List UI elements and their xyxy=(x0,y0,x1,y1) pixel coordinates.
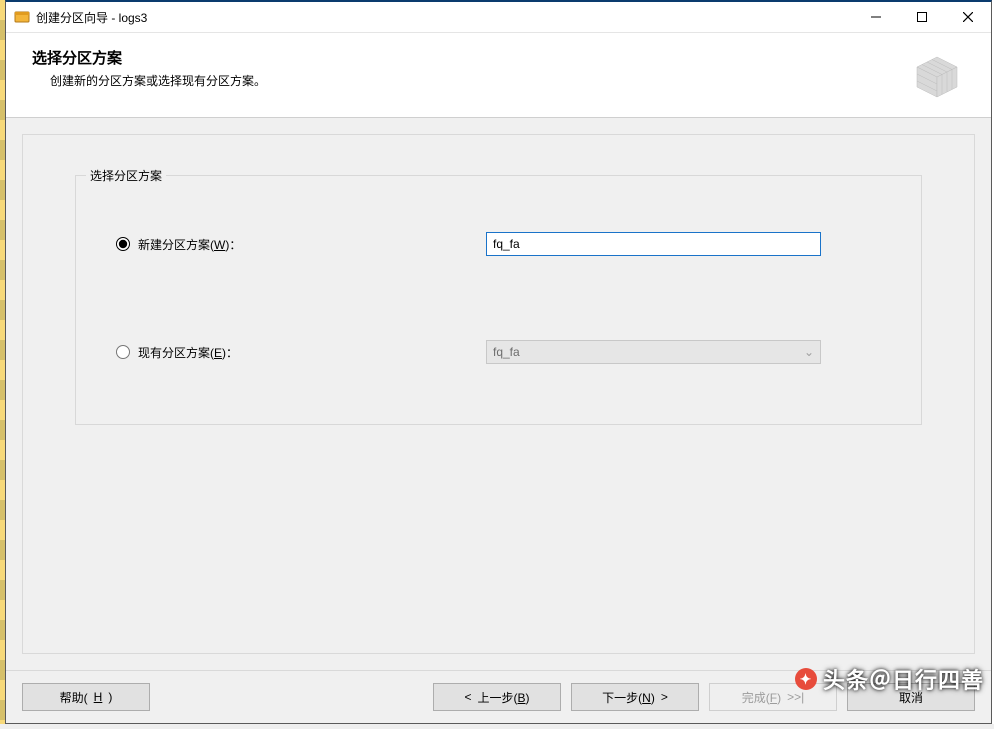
cancel-button[interactable]: 取消 xyxy=(847,683,975,711)
radio-existing-scheme-label[interactable]: 现有分区方案(E)： xyxy=(138,344,238,361)
page-title: 选择分区方案 xyxy=(32,47,899,68)
radio-new-scheme-label[interactable]: 新建分区方案(W)： xyxy=(138,236,241,253)
content-panel: 选择分区方案 新建分区方案(W)： 现有分区方案(E)： xyxy=(6,118,991,670)
option-row-existing-scheme: 现有分区方案(E)： fq_fa ⌄ xyxy=(116,340,881,364)
fieldset-legend: 选择分区方案 xyxy=(86,167,166,184)
arrow-end-icon: >>| xyxy=(787,691,804,703)
app-icon xyxy=(14,9,30,25)
page-description: 创建新的分区方案或选择现有分区方案。 xyxy=(50,72,899,89)
wizard-graphic-icon xyxy=(911,47,967,103)
content-inner: 选择分区方案 新建分区方案(W)： 现有分区方案(E)： xyxy=(22,134,975,654)
help-button[interactable]: 帮助(H) xyxy=(22,683,150,711)
arrow-left-icon: < xyxy=(464,691,471,703)
radio-existing-scheme[interactable] xyxy=(116,345,130,359)
new-scheme-name-input[interactable] xyxy=(486,232,821,256)
close-button[interactable] xyxy=(945,2,991,33)
chevron-down-icon: ⌄ xyxy=(804,345,814,359)
arrow-right-icon: > xyxy=(661,691,668,703)
titlebar: 创建分区向导 - logs3 xyxy=(6,2,991,33)
finish-button: 完成(F) >>| xyxy=(709,683,837,711)
existing-scheme-combo: fq_fa ⌄ xyxy=(486,340,821,364)
next-button[interactable]: 下一步(N) > xyxy=(571,683,699,711)
wizard-window: 创建分区向导 - logs3 选择分区方案 创建新的分区方案或选择现有分区方案。 xyxy=(5,0,992,724)
background-stripe-bottom xyxy=(0,724,994,729)
option-row-new-scheme: 新建分区方案(W)： xyxy=(116,232,881,256)
existing-scheme-value: fq_fa xyxy=(493,345,520,359)
radio-new-scheme[interactable] xyxy=(116,237,130,251)
wizard-button-bar: 帮助(H) < 上一步(B) 下一步(N) > 完成(F) >>| 取消 xyxy=(6,670,991,723)
partition-scheme-fieldset: 选择分区方案 新建分区方案(W)： 现有分区方案(E)： xyxy=(75,175,922,425)
wizard-header: 选择分区方案 创建新的分区方案或选择现有分区方案。 xyxy=(6,33,991,118)
minimize-button[interactable] xyxy=(853,2,899,33)
maximize-button[interactable] xyxy=(899,2,945,33)
back-button[interactable]: < 上一步(B) xyxy=(433,683,561,711)
window-title: 创建分区向导 - logs3 xyxy=(36,9,147,26)
